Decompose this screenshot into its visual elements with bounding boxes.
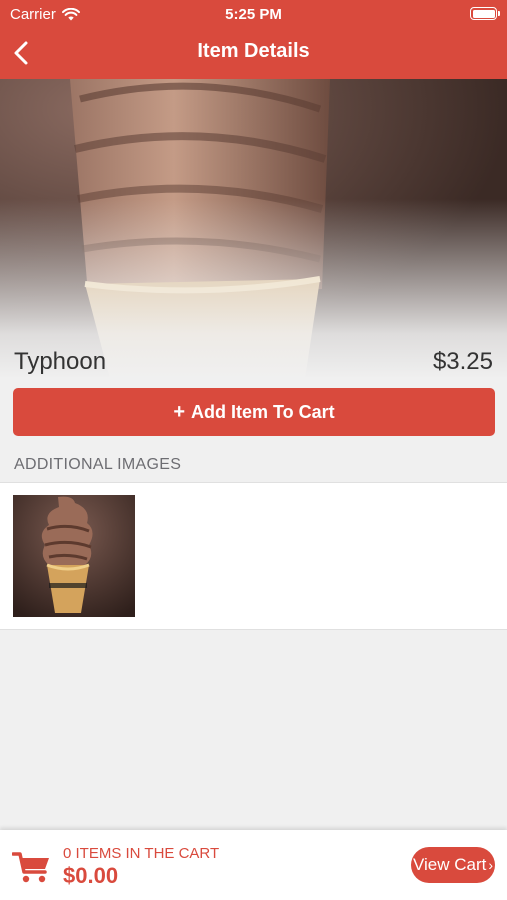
cart-icon[interactable] <box>12 850 52 884</box>
page-title: Item Details <box>197 40 310 62</box>
plus-icon: + <box>173 401 185 423</box>
battery-icon <box>470 7 500 20</box>
status-time: 5:25 PM <box>225 6 282 23</box>
view-cart-button[interactable]: View Cart › <box>411 847 495 883</box>
ice-cream-thumbnail-illustration <box>13 495 135 617</box>
item-name: Typhoon <box>14 348 107 375</box>
add-to-cart-button[interactable]: + Add Item To Cart <box>13 388 495 436</box>
additional-images-heading: ADDITIONAL IMAGES <box>14 456 182 473</box>
additional-images-panel <box>0 482 507 630</box>
cart-total: $0.00 <box>63 863 119 888</box>
cart-item-count: 0 ITEMS IN THE CART <box>63 845 220 862</box>
add-to-cart-label: Add Item To Cart <box>191 401 335 422</box>
top-bar: Carrier 5:25 PM Item Details <box>0 0 507 79</box>
chevron-right-icon: › <box>488 857 494 873</box>
status-bar: Carrier 5:25 PM <box>0 0 507 28</box>
hero-fade-overlay <box>0 79 507 379</box>
cart-summary-bar: 0 ITEMS IN THE CART $0.00 View Cart › <box>0 830 507 900</box>
additional-image-thumbnail[interactable] <box>13 495 135 617</box>
item-hero-image <box>0 79 507 379</box>
item-price: $3.25 <box>432 348 493 375</box>
view-cart-label: View Cart <box>412 855 487 874</box>
